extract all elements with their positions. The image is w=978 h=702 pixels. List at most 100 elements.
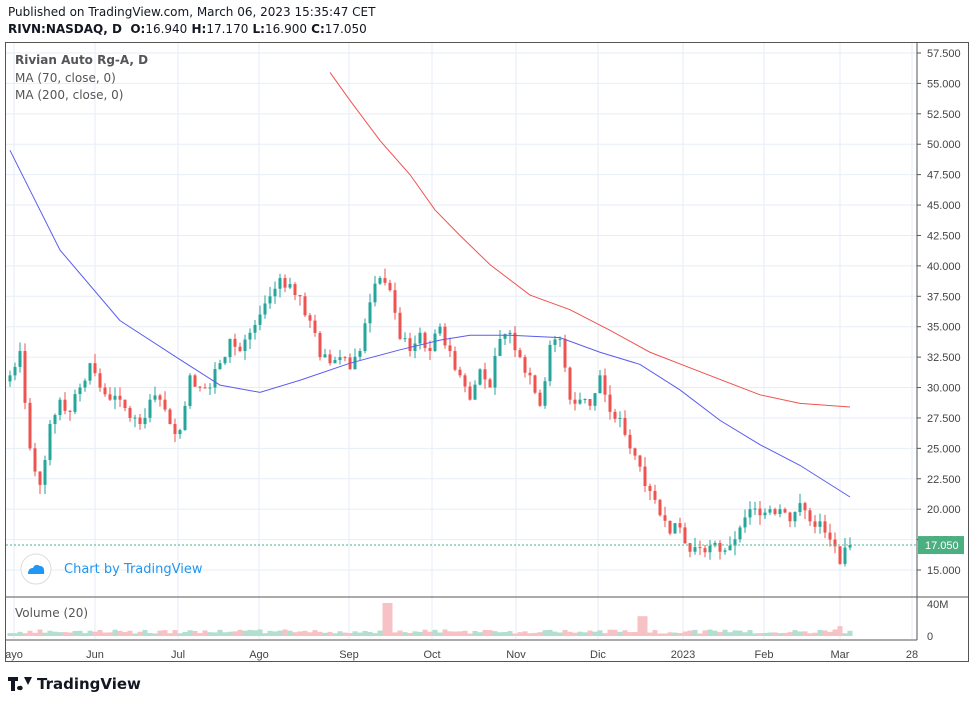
candle-body bbox=[653, 490, 657, 500]
candle-body bbox=[698, 547, 702, 549]
candle-body bbox=[443, 326, 447, 346]
volume-bar bbox=[192, 630, 198, 636]
x-tick-label: Feb bbox=[755, 649, 774, 661]
candle-body bbox=[723, 550, 727, 552]
volume-bar bbox=[92, 631, 98, 636]
candle-body bbox=[323, 354, 327, 358]
volume-bar bbox=[97, 630, 103, 636]
candle-body bbox=[768, 509, 772, 513]
candle-body bbox=[803, 503, 807, 511]
volume-bar bbox=[387, 603, 393, 636]
candle-body bbox=[48, 424, 52, 460]
candle-body bbox=[23, 351, 27, 403]
volume-bar bbox=[817, 629, 823, 636]
candle-body bbox=[748, 509, 752, 518]
volume-bar bbox=[577, 631, 583, 636]
volume-bar bbox=[672, 632, 678, 636]
candle-body bbox=[598, 375, 602, 394]
candle-body bbox=[523, 357, 527, 373]
volume-bar bbox=[222, 632, 228, 636]
x-tick-label: Oct bbox=[423, 649, 440, 661]
candle-body bbox=[788, 512, 792, 522]
volume-bar bbox=[482, 629, 488, 636]
candle-body bbox=[483, 369, 487, 380]
volume-bar bbox=[442, 629, 448, 636]
volume-bar bbox=[772, 632, 778, 636]
candle-body bbox=[78, 387, 82, 395]
volume-bar bbox=[332, 633, 338, 636]
candle-body bbox=[623, 417, 627, 435]
volume-bar bbox=[117, 630, 123, 636]
volume-bar bbox=[227, 631, 233, 636]
candle-body bbox=[588, 398, 592, 406]
volume-bar bbox=[457, 631, 463, 636]
volume-bar bbox=[592, 631, 598, 636]
price-chart[interactable]: 15.00017.50020.00022.50025.00027.50030.0… bbox=[0, 0, 978, 702]
candle-body bbox=[578, 399, 582, 404]
volume-bar bbox=[667, 632, 673, 636]
volume-bar bbox=[847, 630, 853, 636]
volume-bar bbox=[157, 630, 163, 636]
candle-body bbox=[223, 357, 227, 364]
x-tick-label: 28 bbox=[906, 649, 918, 661]
watermark[interactable]: Chart by TradingView bbox=[20, 553, 202, 585]
y-tick-label: 22.500 bbox=[927, 474, 961, 486]
volume-bar bbox=[337, 631, 343, 636]
volume-bar bbox=[832, 629, 838, 636]
volume-bar bbox=[512, 633, 518, 636]
candle-body bbox=[693, 547, 697, 552]
volume-bar bbox=[122, 632, 128, 636]
candle-body bbox=[403, 338, 407, 340]
candle-body bbox=[593, 393, 597, 406]
volume-bar bbox=[212, 632, 218, 636]
volume-bar bbox=[422, 629, 428, 636]
candle-body bbox=[198, 386, 202, 388]
volume-bar bbox=[767, 632, 773, 636]
volume-bar bbox=[67, 632, 73, 636]
candle-body bbox=[363, 323, 367, 352]
candle-body bbox=[188, 375, 192, 406]
volume-bar bbox=[677, 633, 683, 636]
volume-bar bbox=[147, 633, 153, 636]
candle-body bbox=[718, 542, 722, 552]
volume-bar bbox=[622, 630, 628, 636]
volume-bar bbox=[762, 632, 768, 636]
volume-bar bbox=[587, 630, 593, 636]
candle-body bbox=[288, 284, 292, 288]
candle-body bbox=[378, 278, 382, 284]
candle-body bbox=[203, 387, 207, 389]
candle-body bbox=[398, 312, 402, 339]
candle-body bbox=[753, 508, 757, 510]
candle-body bbox=[648, 486, 652, 491]
x-tick-label: Dic bbox=[590, 649, 606, 661]
volume-bar bbox=[322, 632, 328, 636]
volume-bar bbox=[567, 631, 573, 636]
candle-body bbox=[508, 332, 512, 335]
volume-bar bbox=[202, 630, 208, 636]
watermark-text: Chart by TradingView bbox=[64, 561, 203, 577]
volume-bar bbox=[7, 633, 13, 636]
candle-body bbox=[68, 410, 72, 412]
candle-body bbox=[178, 430, 182, 435]
volume-bar bbox=[12, 633, 18, 636]
volume-bar bbox=[407, 633, 413, 636]
volume-bar bbox=[357, 632, 363, 636]
chart-page: Published on TradingView.com, March 06, … bbox=[0, 0, 978, 702]
candle-body bbox=[168, 409, 172, 425]
candle-body bbox=[663, 515, 667, 521]
candle-body bbox=[28, 402, 32, 449]
volume-bar bbox=[367, 631, 373, 636]
tradingview-logo[interactable]: TradingView bbox=[8, 675, 141, 693]
candle-body bbox=[543, 381, 547, 406]
legend-ma200: MA (200, close, 0) bbox=[15, 88, 124, 102]
volume-bar bbox=[527, 633, 533, 636]
volume-bar bbox=[712, 630, 718, 636]
candle-body bbox=[208, 387, 212, 389]
x-tick-label: Mar bbox=[831, 649, 850, 661]
volume-bar bbox=[557, 632, 563, 636]
y-tick-label: 15.000 bbox=[927, 565, 961, 577]
candle-body bbox=[33, 448, 37, 472]
candle-body bbox=[763, 512, 767, 516]
candle-body bbox=[173, 424, 177, 435]
candle-body bbox=[258, 314, 262, 325]
